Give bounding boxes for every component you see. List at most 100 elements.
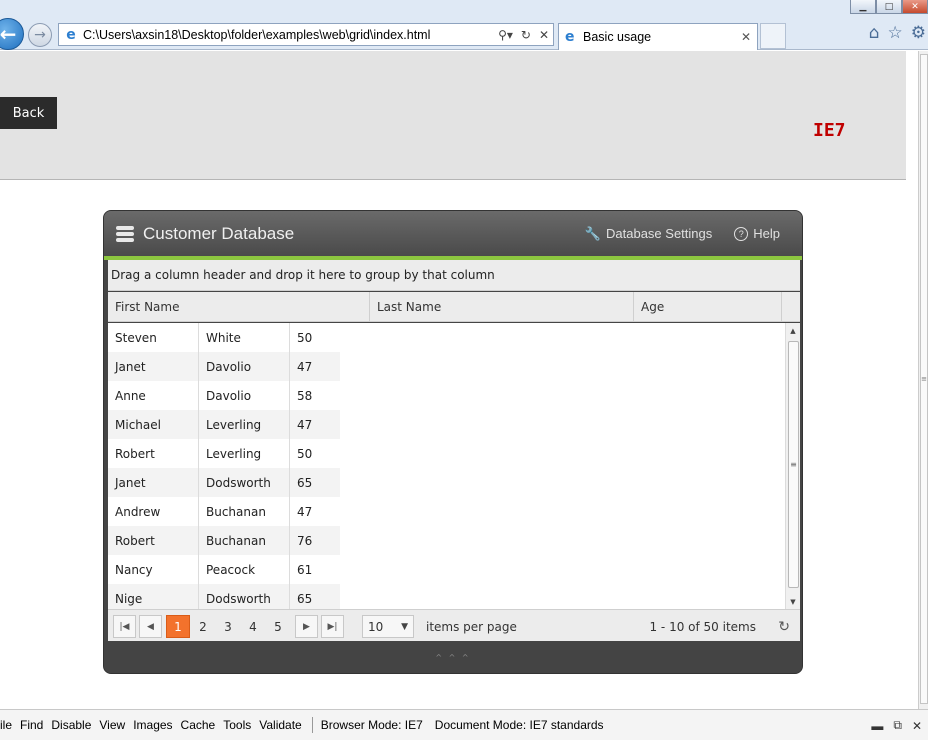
help-icon: ? bbox=[734, 226, 749, 241]
cell-first-name[interactable]: Anne bbox=[108, 381, 199, 410]
minimize-icon[interactable]: ▁ bbox=[850, 0, 876, 14]
cell-age[interactable]: 65 bbox=[290, 468, 340, 497]
cell-age[interactable]: 47 bbox=[290, 497, 340, 526]
devtools-menu-ile[interactable]: ile bbox=[0, 718, 12, 732]
close-icon[interactable]: ✕ bbox=[912, 719, 922, 733]
cell-age[interactable]: 58 bbox=[290, 381, 340, 410]
page-vertical-scrollbar[interactable]: ≡ bbox=[918, 51, 928, 709]
cell-age[interactable]: 50 bbox=[290, 323, 340, 352]
cell-last-name[interactable]: Leverling bbox=[199, 439, 290, 468]
devtools-menu-find[interactable]: Find bbox=[20, 718, 43, 732]
resize-handle[interactable]: ^ ^ ^ bbox=[104, 641, 802, 673]
column-header-last-name[interactable]: Last Name bbox=[370, 292, 634, 322]
cell-first-name[interactable]: Nige bbox=[108, 584, 199, 609]
devtools-menu-view[interactable]: View bbox=[99, 718, 125, 732]
page-number-5[interactable]: 5 bbox=[266, 615, 290, 638]
cell-last-name[interactable]: Davolio bbox=[199, 352, 290, 381]
devtools-menu-tools[interactable]: Tools bbox=[223, 718, 251, 732]
table-row[interactable]: Michael Leverling 47 bbox=[108, 410, 800, 439]
cell-first-name[interactable]: Nancy bbox=[108, 555, 199, 584]
scrollbar-thumb[interactable]: ≡ bbox=[788, 341, 799, 588]
cell-last-name[interactable]: Dodsworth bbox=[199, 468, 290, 497]
minimize-icon[interactable]: ▬ bbox=[871, 719, 883, 733]
search-icon[interactable]: ⚲▾ bbox=[498, 28, 513, 42]
cell-first-name[interactable]: Michael bbox=[108, 410, 199, 439]
cell-age[interactable]: 50 bbox=[290, 439, 340, 468]
cell-last-name[interactable]: Leverling bbox=[199, 410, 290, 439]
first-page-icon[interactable]: |◀ bbox=[113, 615, 136, 638]
table-row[interactable]: Janet Dodsworth 65 bbox=[108, 468, 800, 497]
devtools-menu-cache[interactable]: Cache bbox=[181, 718, 216, 732]
column-header-age[interactable]: Age bbox=[634, 292, 782, 322]
last-page-icon[interactable]: ▶| bbox=[321, 615, 344, 638]
document-mode-menu[interactable]: Document Mode: IE7 standards bbox=[435, 718, 604, 732]
grid-title: Customer Database bbox=[143, 223, 295, 243]
cell-last-name[interactable]: Davolio bbox=[199, 381, 290, 410]
hamburger-menu-icon[interactable] bbox=[116, 225, 134, 242]
table-row[interactable]: Nige Dodsworth 65 bbox=[108, 584, 800, 609]
stop-icon[interactable]: ✕ bbox=[539, 28, 549, 42]
table-row[interactable]: Robert Buchanan 76 bbox=[108, 526, 800, 555]
back-button[interactable]: Back bbox=[0, 97, 57, 129]
cell-first-name[interactable]: Janet bbox=[108, 352, 199, 381]
browser-forward-button[interactable]: → bbox=[28, 23, 52, 47]
table-row[interactable]: Robert Leverling 50 bbox=[108, 439, 800, 468]
table-row[interactable]: Andrew Buchanan 47 bbox=[108, 497, 800, 526]
tab-close-icon[interactable]: ✕ bbox=[741, 30, 751, 44]
database-settings-button[interactable]: 🔧 Database Settings bbox=[585, 226, 712, 242]
new-tab-button[interactable] bbox=[760, 23, 786, 49]
cell-age[interactable]: 61 bbox=[290, 555, 340, 584]
help-button[interactable]: ? Help bbox=[734, 226, 780, 241]
table-row[interactable]: Nancy Peacock 61 bbox=[108, 555, 800, 584]
wrench-icon: 🔧 bbox=[584, 225, 602, 241]
next-page-icon[interactable]: ▶ bbox=[295, 615, 318, 638]
table-row[interactable]: Steven White 50 bbox=[108, 323, 800, 352]
cell-age[interactable]: 47 bbox=[290, 352, 340, 381]
close-window-icon[interactable]: ✕ bbox=[902, 0, 928, 14]
cell-age[interactable]: 76 bbox=[290, 526, 340, 555]
refresh-icon[interactable]: ↻ bbox=[521, 28, 531, 42]
page-size-select[interactable]: 10 ▼ bbox=[362, 615, 414, 638]
devtools-menu-validate[interactable]: Validate bbox=[259, 718, 301, 732]
gear-icon[interactable]: ⚙ bbox=[911, 23, 926, 43]
address-url[interactable]: C:\Users\axsin18\Desktop\folder\examples… bbox=[83, 28, 498, 42]
scroll-down-icon[interactable]: ▼ bbox=[786, 594, 800, 609]
grid-vertical-scrollbar[interactable]: ▲ ≡ ▼ bbox=[785, 323, 800, 609]
table-row[interactable]: Anne Davolio 58 bbox=[108, 381, 800, 410]
table-row[interactable]: Janet Davolio 47 bbox=[108, 352, 800, 381]
grid-header: Customer Database 🔧 Database Settings ? … bbox=[104, 211, 802, 256]
scroll-up-icon[interactable]: ▲ bbox=[786, 323, 800, 338]
cell-age[interactable]: 65 bbox=[290, 584, 340, 609]
page-number-3[interactable]: 3 bbox=[216, 615, 240, 638]
cell-last-name[interactable]: Buchanan bbox=[199, 497, 290, 526]
maximize-icon[interactable]: □ bbox=[876, 0, 902, 14]
cell-first-name[interactable]: Robert bbox=[108, 526, 199, 555]
page-number-4[interactable]: 4 bbox=[241, 615, 265, 638]
browser-mode-menu[interactable]: Browser Mode: IE7 bbox=[321, 718, 423, 732]
page-number-2[interactable]: 2 bbox=[191, 615, 215, 638]
browser-back-button[interactable]: ← bbox=[0, 18, 24, 50]
undock-icon[interactable]: ⧉ bbox=[893, 718, 902, 733]
cell-last-name[interactable]: Buchanan bbox=[199, 526, 290, 555]
cell-last-name[interactable]: White bbox=[199, 323, 290, 352]
refresh-icon[interactable]: ↻ bbox=[778, 619, 790, 635]
tab-basic-usage[interactable]: e Basic usage ✕ bbox=[558, 23, 758, 50]
cell-last-name[interactable]: Dodsworth bbox=[199, 584, 290, 609]
column-header-first-name[interactable]: First Name bbox=[108, 292, 370, 322]
favorites-star-icon[interactable]: ☆ bbox=[888, 23, 903, 43]
cell-first-name[interactable]: Andrew bbox=[108, 497, 199, 526]
address-bar[interactable]: e C:\Users\axsin18\Desktop\folder\exampl… bbox=[58, 23, 554, 46]
home-icon[interactable]: ⌂ bbox=[869, 23, 880, 43]
cell-first-name[interactable]: Steven bbox=[108, 323, 199, 352]
cell-first-name[interactable]: Robert bbox=[108, 439, 199, 468]
cell-first-name[interactable]: Janet bbox=[108, 468, 199, 497]
cell-age[interactable]: 47 bbox=[290, 410, 340, 439]
devtools-menu-disable[interactable]: Disable bbox=[51, 718, 91, 732]
page-scrollbar-thumb[interactable]: ≡ bbox=[920, 54, 928, 704]
cell-last-name[interactable]: Peacock bbox=[199, 555, 290, 584]
page-number-1[interactable]: 1 bbox=[166, 615, 190, 638]
group-by-panel[interactable]: Drag a column header and drop it here to… bbox=[108, 260, 800, 291]
prev-page-icon[interactable]: ◀ bbox=[139, 615, 162, 638]
devtools-menu-images[interactable]: Images bbox=[133, 718, 172, 732]
page-header: Back IE7 bbox=[0, 51, 906, 180]
